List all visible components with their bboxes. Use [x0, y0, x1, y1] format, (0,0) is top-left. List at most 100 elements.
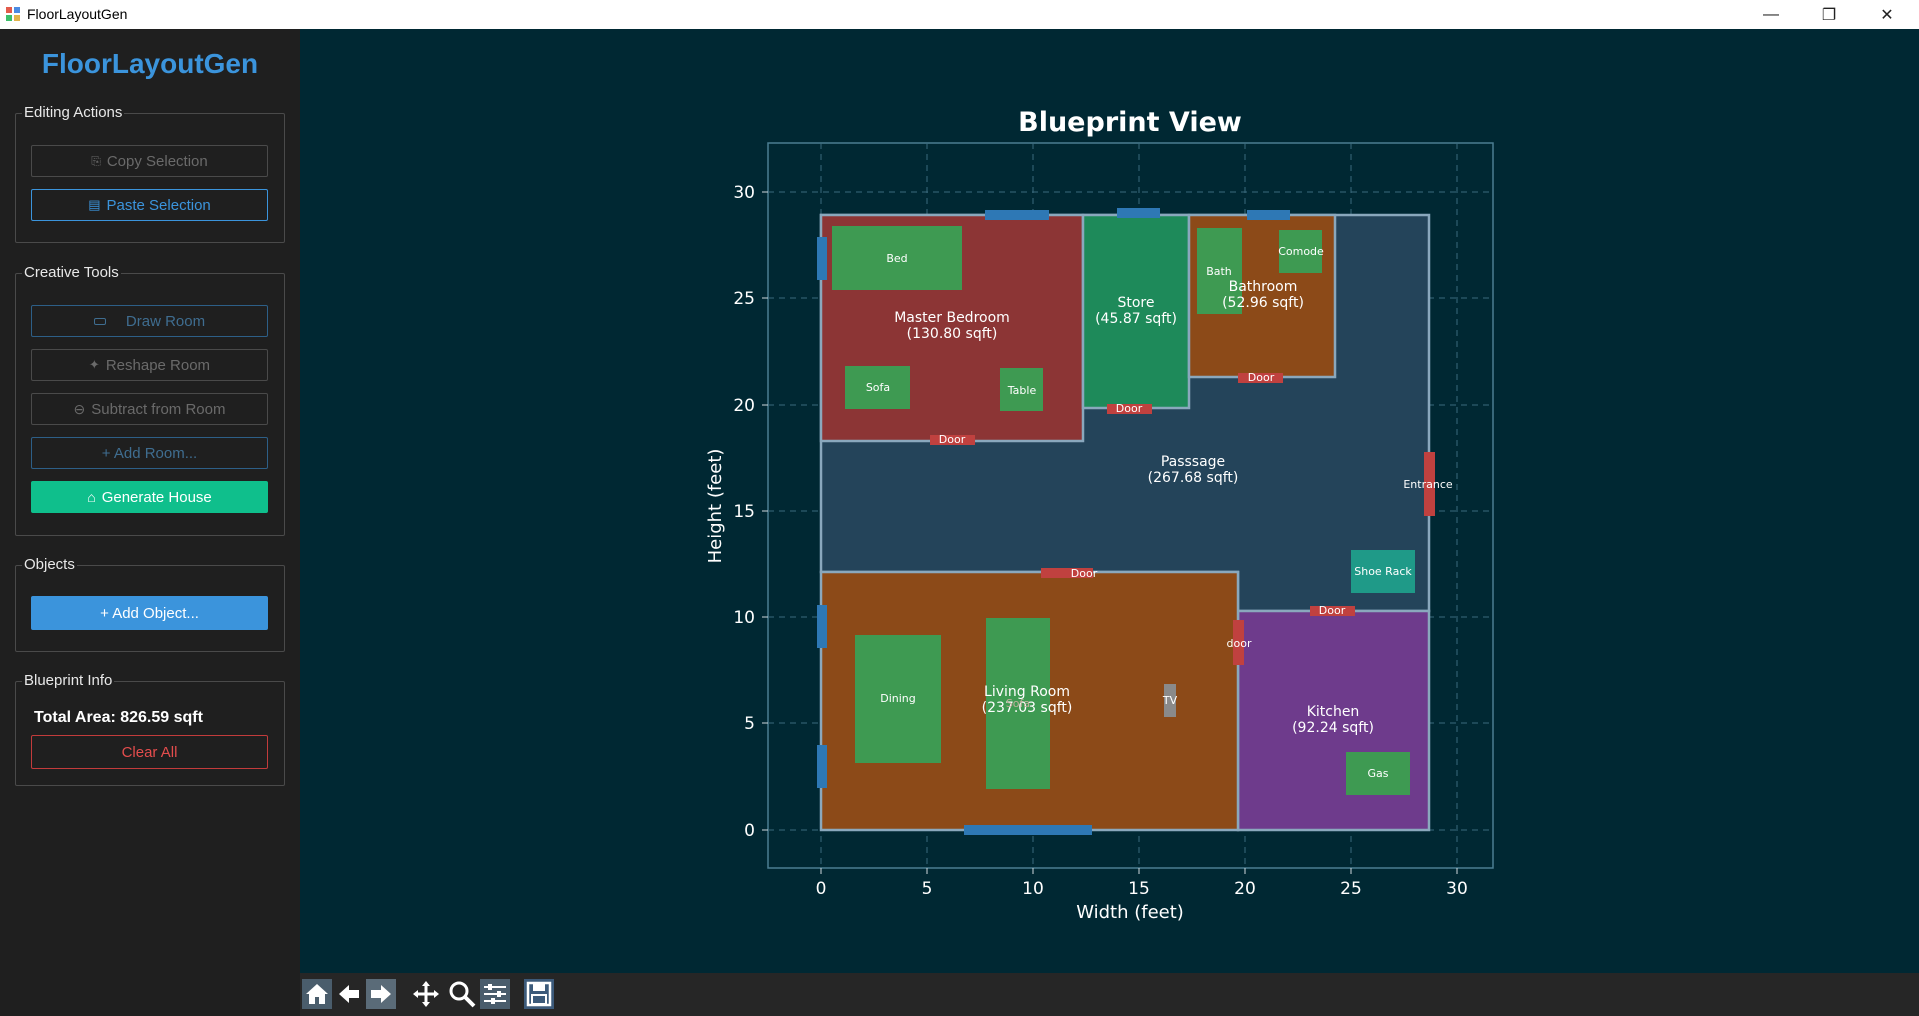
object-label: Sofa: [866, 381, 890, 394]
pan-icon: [413, 981, 439, 1007]
room-name: Kitchen: [1307, 704, 1360, 720]
blueprint-chart[interactable]: Blueprint View 0 5 10 15 20 25 30 0 5 10…: [300, 29, 1919, 973]
window[interactable]: [817, 605, 827, 648]
window[interactable]: [1247, 210, 1290, 220]
door-label: Entrance: [1403, 478, 1453, 491]
close-icon: ✕: [1880, 6, 1894, 24]
pan-button[interactable]: [411, 979, 441, 1009]
room-area: (92.24 sqft): [1292, 720, 1374, 736]
copy-selection-label: Copy Selection: [106, 152, 208, 170]
add-object-label: + Add Object...: [100, 604, 199, 622]
maximize-button[interactable]: ❐: [1800, 0, 1858, 29]
x-axis-label: Width (feet): [1076, 902, 1184, 923]
zoom-button[interactable]: [447, 979, 477, 1009]
x-tick-labels: 0 5 10 15 20 25 30: [816, 879, 1468, 899]
clipboard-icon: ▤: [88, 197, 101, 212]
object-label: Table: [1007, 384, 1037, 397]
sparkle-icon: ✦: [88, 357, 100, 372]
creative-tools-group: Creative Tools Draw Room ✦ Reshape Room …: [15, 264, 285, 536]
object-label: Bath: [1206, 265, 1232, 278]
house-icon: ⌂: [87, 489, 96, 505]
object-label: Sofa: [1006, 697, 1030, 710]
room-area: (45.87 sqft): [1095, 311, 1177, 327]
configure-button[interactable]: [480, 979, 510, 1009]
app-icon: [6, 7, 20, 21]
blueprint-canvas[interactable]: Blueprint View 0 5 10 15 20 25 30 0 5 10…: [300, 29, 1919, 973]
add-room-label: + Add Room...: [101, 444, 198, 462]
window[interactable]: [817, 745, 827, 788]
door-label: Door: [1319, 604, 1346, 617]
object-label: Gas: [1368, 767, 1389, 780]
group-title: Objects: [22, 556, 77, 573]
generate-house-label: Generate House: [101, 488, 212, 506]
minimize-icon: —: [1763, 5, 1779, 23]
y-tick: 20: [733, 396, 755, 416]
configure-icon: [484, 984, 506, 1004]
app-heading: FloorLayoutGen: [41, 48, 259, 79]
room-area: (52.96 sqft): [1222, 295, 1304, 311]
copy-selection-button[interactable]: ⎘ Copy Selection: [31, 145, 268, 177]
close-button[interactable]: ✕: [1858, 0, 1916, 29]
generate-house-button[interactable]: ⌂ Generate House: [31, 481, 268, 513]
room-name: Bathroom: [1229, 279, 1298, 295]
door-label: Door: [1248, 371, 1275, 384]
editing-actions-group: Editing Actions ⎘ Copy Selection ▤ Paste…: [15, 104, 285, 243]
y-tick: 0: [744, 821, 755, 841]
group-title: Blueprint Info: [22, 672, 115, 689]
door-label: door: [1227, 637, 1252, 650]
blueprint-info-group: Blueprint Info Total Area: 826.59 sqft C…: [15, 672, 285, 786]
object-label: Dining: [880, 692, 916, 705]
y-tick: 25: [733, 289, 755, 309]
x-tick: 20: [1234, 879, 1256, 899]
y-tick: 5: [744, 714, 755, 734]
plot-toolbar: [300, 973, 1919, 1016]
window[interactable]: [1117, 208, 1160, 218]
x-tick: 30: [1446, 879, 1468, 899]
y-tick: 30: [733, 183, 755, 203]
group-title: Editing Actions: [22, 104, 125, 121]
room-area: (267.68 sqft): [1148, 470, 1239, 486]
save-button[interactable]: [524, 979, 554, 1009]
restore-icon: ❐: [1821, 6, 1837, 24]
total-area-text: Total Area: 826.59 sqft: [34, 709, 203, 726]
room-area: (130.80 sqft): [907, 326, 998, 342]
forward-button[interactable]: [366, 979, 396, 1009]
draw-room-button[interactable]: Draw Room: [31, 305, 268, 337]
forward-icon: [371, 985, 391, 1003]
rectangle-icon: [93, 317, 106, 325]
back-button[interactable]: [334, 979, 364, 1009]
x-tick: 10: [1022, 879, 1044, 899]
home-button[interactable]: [302, 979, 332, 1009]
object-label: TV: [1162, 694, 1178, 707]
window[interactable]: [964, 825, 1092, 835]
room-name: Master Bedroom: [894, 310, 1010, 326]
objects-group: Objects + Add Object...: [15, 556, 285, 652]
room-name: Passsage: [1161, 454, 1225, 470]
object-label: Bed: [886, 252, 907, 265]
y-tick-labels: 0 5 10 15 20 25 30: [733, 183, 755, 841]
y-axis-label: Height (feet): [705, 449, 726, 564]
draw-room-label: Draw Room: [125, 312, 206, 330]
window-title: FloorLayoutGen: [27, 6, 128, 22]
paste-selection-button[interactable]: ▤ Paste Selection: [31, 189, 268, 221]
paste-selection-label: Paste Selection: [106, 196, 211, 214]
reshape-room-button[interactable]: ✦ Reshape Room: [31, 349, 268, 381]
x-tick: 5: [922, 879, 933, 899]
subtract-room-button[interactable]: ⊖ Subtract from Room: [31, 393, 268, 425]
object-label: Comode: [1278, 245, 1324, 258]
home-icon: [306, 984, 328, 1004]
x-tick: 25: [1340, 879, 1362, 899]
clear-all-button[interactable]: Clear All: [31, 735, 268, 769]
minus-circle-icon: ⊖: [73, 400, 86, 417]
add-object-button[interactable]: + Add Object...: [31, 596, 268, 630]
save-icon: [526, 981, 552, 1007]
y-tick: 10: [733, 608, 755, 628]
window[interactable]: [985, 210, 1049, 220]
window-titlebar: FloorLayoutGen — ❐ ✕: [0, 0, 1919, 29]
subtract-room-label: Subtract from Room: [91, 400, 226, 418]
add-room-button[interactable]: + Add Room...: [31, 437, 268, 469]
minimize-button[interactable]: —: [1742, 0, 1800, 29]
x-tick: 0: [816, 879, 827, 899]
window[interactable]: [817, 237, 827, 280]
object-label: Shoe Rack: [1354, 565, 1412, 578]
